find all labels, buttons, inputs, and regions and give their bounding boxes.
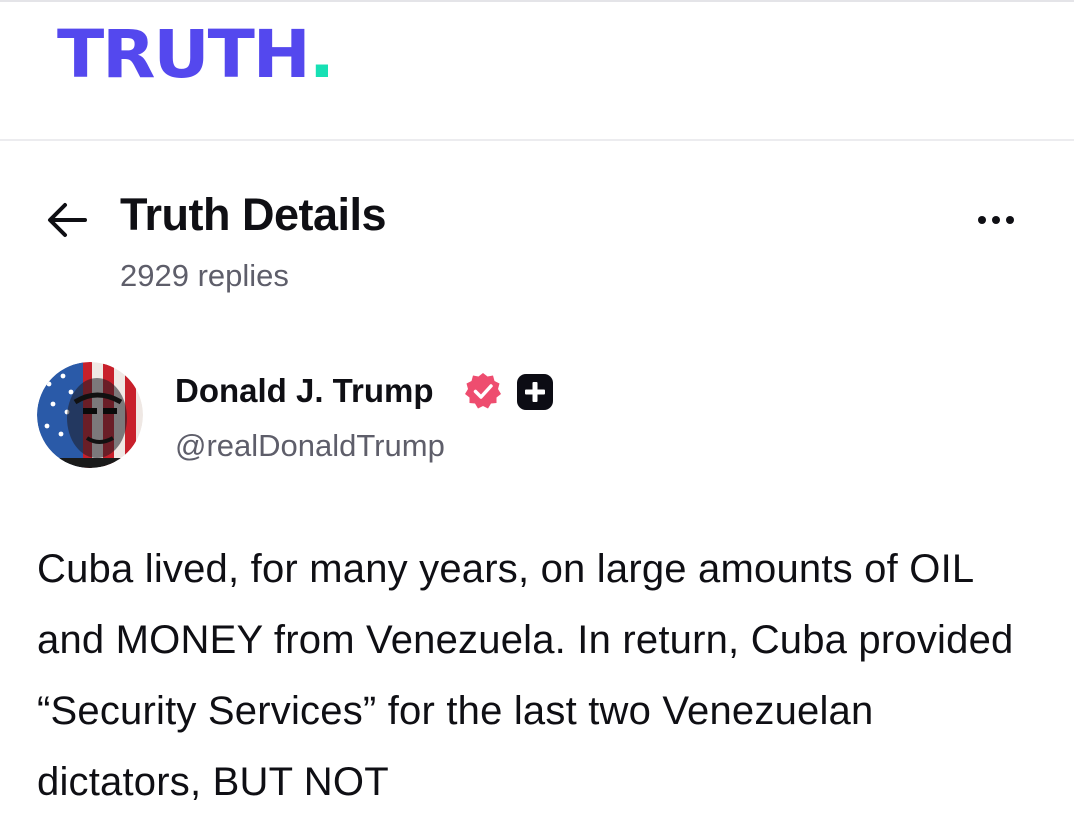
logo-dot: . <box>308 16 335 93</box>
ellipsis-dot <box>992 216 1000 224</box>
ellipsis-horizontal-icon <box>978 216 986 224</box>
truth-logo[interactable]: TRUTH. <box>57 22 335 88</box>
app-header: TRUTH. <box>0 0 1074 141</box>
avatar-image <box>37 362 143 468</box>
more-options-button[interactable] <box>966 200 1026 240</box>
page-title: Truth Details <box>120 189 387 240</box>
arrow-left-icon <box>48 203 87 237</box>
author-handle[interactable]: @realDonaldTrump <box>175 428 445 464</box>
logo-text: TRUTH <box>57 16 311 93</box>
post-body-text: Cuba lived, for many years, on large amo… <box>37 547 1014 804</box>
page-title-row: Truth Details <box>0 180 1074 260</box>
avatar[interactable] <box>37 362 143 468</box>
author-display-name[interactable]: Donald J. Trump <box>175 372 434 410</box>
reply-count: 2929 replies <box>120 258 289 293</box>
plus-badge-icon <box>517 374 553 410</box>
back-button[interactable] <box>42 195 92 245</box>
ellipsis-dot <box>1006 216 1014 224</box>
verified-badge-icon <box>465 373 501 409</box>
post-author: Donald J. Trump @realDonaldTrump <box>0 360 1074 480</box>
